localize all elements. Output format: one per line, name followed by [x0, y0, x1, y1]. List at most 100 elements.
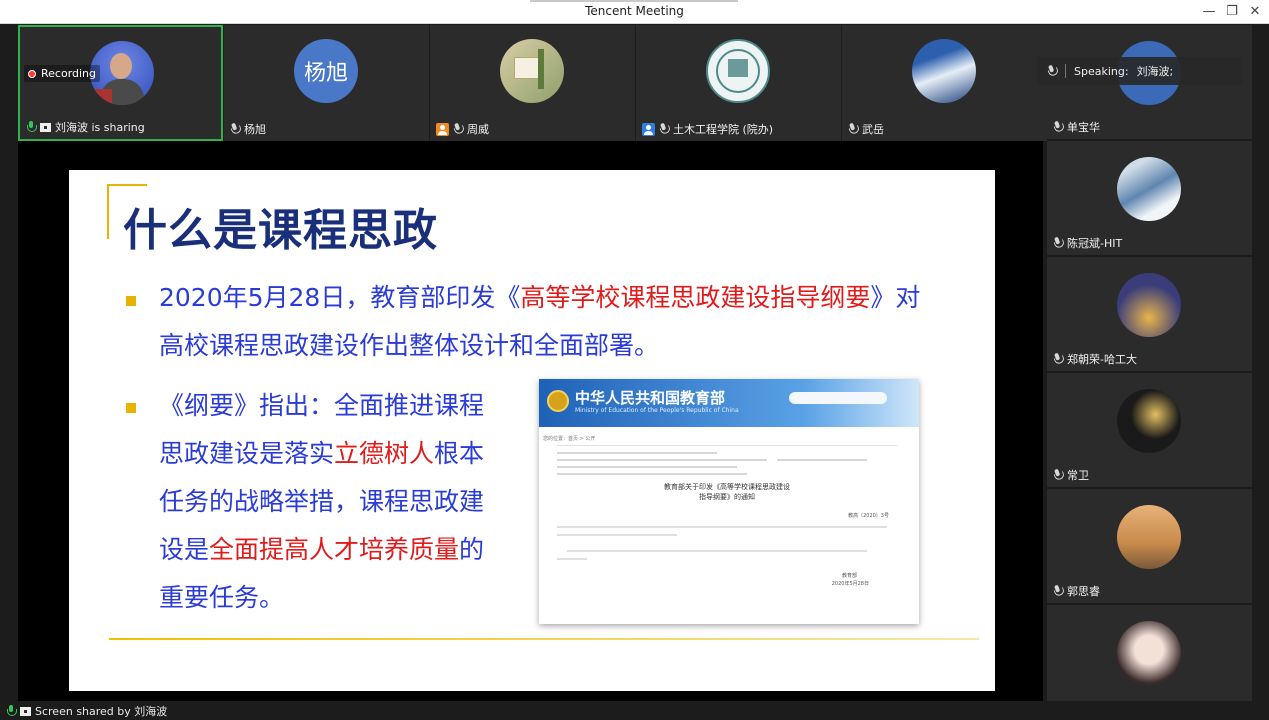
document-heading: 指导纲要》的通知: [699, 493, 755, 501]
text-run: 》对: [870, 283, 921, 312]
document-header: 中华人民共和国教育部 Ministry of Education of the …: [539, 379, 919, 427]
mic-icon: [26, 121, 37, 133]
participant-tile[interactable]: 郭思睿: [1047, 489, 1252, 603]
avatar: [912, 39, 976, 103]
mic-muted-icon: [1051, 236, 1065, 251]
window-title: Tencent Meeting: [585, 4, 684, 18]
participant-name-bar: 土木工程学院 (院办): [642, 121, 773, 137]
participant-tile[interactable]: 杨旭 杨旭: [224, 25, 429, 141]
close-button[interactable]: ✕: [1244, 2, 1266, 22]
embedded-document-screenshot: 中华人民共和国教育部 Ministry of Education of the …: [539, 379, 919, 624]
slide-paragraph-1: 2020年5月28日，教育部印发《高等学校课程思政建设指导纲要》对 高校课程思政…: [159, 274, 989, 370]
mic-muted-icon: [228, 122, 242, 137]
participant-name: 陈冠斌-HIT: [1067, 237, 1123, 250]
meeting-window: Tencent Meeting — ❐ ✕ Recording 刘海波 is s…: [0, 0, 1269, 720]
text-run: 重要任务。: [159, 583, 285, 612]
speaking-name: 刘海波;: [1136, 65, 1174, 78]
screen-share-icon: [20, 706, 31, 716]
participant-name: 周威: [467, 123, 489, 136]
avatar: [1117, 505, 1181, 569]
participant-name-bar: 刘海波 is sharing: [26, 119, 145, 135]
text-run: 2020年5月28日，教育部印发《: [159, 283, 521, 312]
document-number: 教高〔2020〕3号: [848, 513, 889, 519]
slide-paragraph-2: 《纲要》指出：全面推进课程 思政建设是落实立德树人根本 任务的战略举措，课程思政…: [159, 382, 529, 622]
slide-title: 什么是课程思政: [123, 205, 438, 256]
participant-tile[interactable]: 陈冠斌-HIT: [1047, 141, 1252, 255]
mic-muted-icon: [1045, 64, 1059, 79]
participant-tile[interactable]: 郑朝荣-哈工大: [1047, 257, 1252, 371]
participant-name: 郑朝荣-哈工大: [1067, 353, 1137, 366]
participant-tile[interactable]: 周威: [430, 25, 635, 141]
avatar: [1117, 389, 1181, 453]
participant-name-bar: 武岳: [848, 121, 884, 137]
text-run: 思政建设是落实: [159, 439, 335, 468]
speaking-indicator: Speaking: 刘海波;: [1037, 57, 1242, 85]
minimize-button[interactable]: —: [1198, 2, 1220, 22]
screen-share-icon: [40, 122, 51, 132]
document-breadcrumb: 您的位置：首页 > 公开: [543, 436, 596, 442]
avatar: 杨旭: [294, 39, 358, 103]
national-emblem-icon: [547, 390, 569, 412]
text-run: 设是: [159, 535, 210, 564]
avatar: [1117, 621, 1181, 685]
mic-muted-icon: [1051, 120, 1065, 135]
user-icon: [436, 122, 449, 136]
text-run: 根本: [434, 439, 485, 468]
participant-name: 武岳: [862, 123, 884, 136]
presentation-slide: 什么是课程思政 2020年5月28日，教育部印发《高等学校课程思政建设指导纲要》…: [69, 170, 995, 691]
user-icon: [642, 122, 655, 136]
slide-footer-line: [109, 638, 979, 640]
document-site-title: 中华人民共和国教育部: [575, 389, 726, 407]
participant-tile[interactable]: 武岳: [842, 25, 1047, 141]
recording-indicator: Recording: [24, 65, 101, 82]
title-bar: Tencent Meeting — ❐ ✕: [0, 0, 1269, 24]
avatar: [500, 39, 564, 103]
avatar: [706, 39, 770, 103]
text-run-highlight: 立德树人: [334, 439, 435, 468]
screen-shared-by: Screen shared by 刘海波: [35, 705, 168, 718]
document-signature: 教育部: [841, 573, 857, 579]
participant-name: 郭思睿: [1067, 585, 1100, 598]
text-run: 的: [459, 535, 485, 564]
mic-muted-icon: [1051, 468, 1065, 483]
participant-tile[interactable]: 土木工程学院 (院办): [636, 25, 841, 141]
restore-button[interactable]: ❐: [1221, 2, 1243, 22]
mic-muted-icon: [846, 122, 860, 137]
bottom-status-bar: Screen shared by 刘海波: [0, 701, 1269, 720]
document-heading: 教育部关于印发《高等学校课程思政建设: [664, 483, 790, 491]
avatar: [1117, 157, 1181, 221]
bullet-icon: [126, 296, 136, 306]
document-search-box: [789, 392, 887, 404]
participant-name: 常卫: [1067, 469, 1089, 482]
participant-name: 土木工程学院 (院办): [673, 123, 774, 136]
document-date: 2020年5月28日: [831, 581, 869, 587]
text-run: 任务的战略举措，课程思政建: [159, 487, 485, 516]
mic-muted-icon: [1051, 352, 1065, 367]
participant-tile-sharer[interactable]: Recording 刘海波 is sharing: [18, 25, 223, 141]
participant-name: 刘海波 is sharing: [55, 121, 145, 134]
mic-muted-icon: [451, 122, 465, 137]
participant-tile[interactable]: 常卫: [1047, 373, 1252, 487]
participant-name: 单宝华: [1067, 121, 1100, 134]
text-run: 《纲要》指出：全面推进课程: [159, 391, 485, 420]
mic-muted-icon: [657, 122, 671, 137]
participant-name-bar: 郑朝荣-哈工大: [1053, 351, 1137, 367]
participant-name-bar: 周威: [436, 121, 489, 137]
screen-share-label: Screen shared by 刘海波: [6, 703, 167, 719]
text-run-highlight: 高等学校课程思政建设指导纲要: [520, 283, 871, 312]
text-run: 高校课程思政建设作出整体设计和全面部署。: [159, 331, 660, 360]
document-site-subtitle: Ministry of Education of the People's Re…: [575, 407, 739, 414]
title-tab-indicator: [530, 0, 738, 2]
participant-name-bar: 杨旭: [230, 121, 266, 137]
divider: [1065, 64, 1066, 78]
text-run-highlight: 全面提高人才培养质量: [209, 535, 460, 564]
participant-name-bar: 单宝华: [1053, 119, 1100, 135]
participant-name-bar: 常卫: [1053, 467, 1089, 483]
recording-dot-icon: [28, 69, 36, 78]
participant-name: 杨旭: [244, 123, 266, 136]
avatar: [1117, 273, 1181, 337]
mic-icon: [6, 705, 17, 717]
document-body: 教育部关于印发《高等学校课程思政建设 指导纲要》的通知 教高〔2020〕3号 教…: [557, 445, 897, 620]
participant-name-bar: 郭思睿: [1053, 583, 1100, 599]
speaking-label: Speaking:: [1074, 64, 1129, 78]
